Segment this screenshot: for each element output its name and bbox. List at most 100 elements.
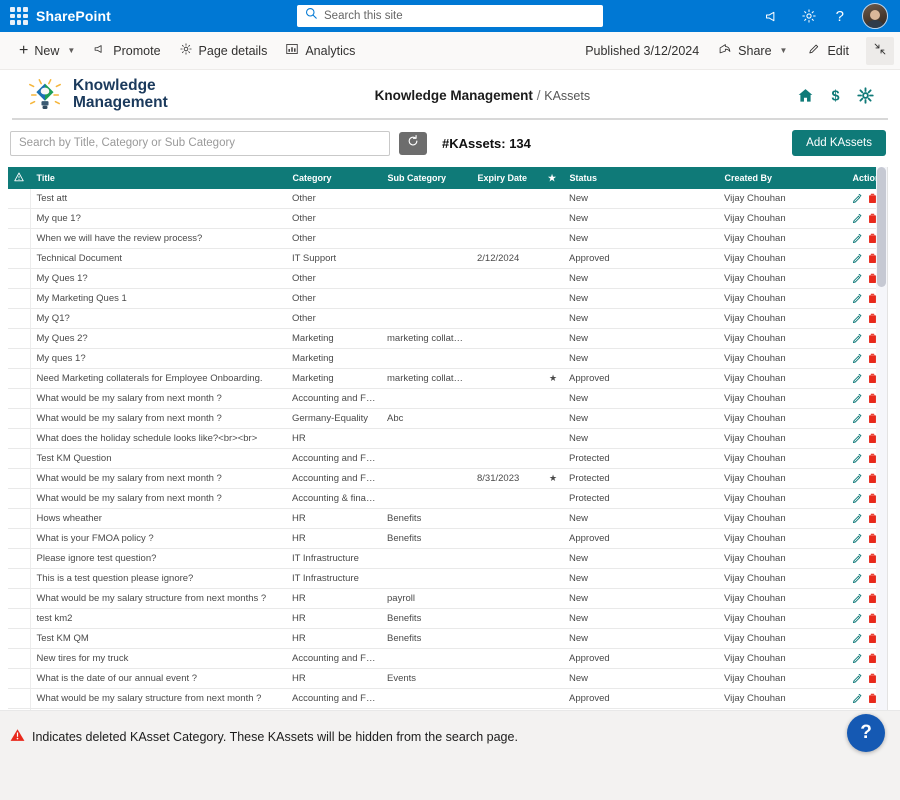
add-kassets-button[interactable]: Add KAssets <box>792 130 886 156</box>
edit-row-icon[interactable] <box>852 534 862 544</box>
table-row[interactable]: What is the date of our annual event ?HR… <box>8 669 888 689</box>
cell-star[interactable]: ★ <box>541 369 563 389</box>
edit-row-icon[interactable] <box>852 414 862 424</box>
search-input[interactable] <box>10 131 390 156</box>
settings-icon[interactable] <box>857 87 874 104</box>
collapse-button[interactable] <box>866 37 894 65</box>
column-header-category[interactable]: Category <box>286 167 381 189</box>
table-row[interactable]: Test KM QuestionAccounting and FinancePr… <box>8 449 888 469</box>
edit-row-icon[interactable] <box>852 394 862 404</box>
table-row[interactable]: What would be my salary from next month … <box>8 389 888 409</box>
column-header-status[interactable]: Status <box>563 167 718 189</box>
cell-star[interactable] <box>541 509 563 529</box>
cell-star[interactable] <box>541 189 563 209</box>
cell-star[interactable] <box>541 449 563 469</box>
cell-star[interactable] <box>541 309 563 329</box>
edit-row-icon[interactable] <box>852 654 862 664</box>
cell-star[interactable] <box>541 249 563 269</box>
cell-star[interactable]: ★ <box>541 469 563 489</box>
column-header-subcategory[interactable]: Sub Category <box>381 167 471 189</box>
cell-star[interactable] <box>541 489 563 509</box>
edit-row-icon[interactable] <box>852 614 862 624</box>
column-header-expiry-date[interactable]: Expiry Date <box>471 167 541 189</box>
table-row[interactable]: Hows wheatherHRBenefitsNewVijay Chouhan <box>8 509 888 529</box>
analytics-button[interactable]: Analytics <box>276 37 364 64</box>
cell-star[interactable] <box>541 689 563 709</box>
edit-row-icon[interactable] <box>852 694 862 704</box>
cell-star[interactable] <box>541 549 563 569</box>
edit-row-icon[interactable] <box>852 194 862 204</box>
edit-button[interactable]: Edit <box>798 37 858 64</box>
cell-star[interactable] <box>541 569 563 589</box>
table-row[interactable]: What would be my salary from next month … <box>8 469 888 489</box>
cell-star[interactable] <box>541 229 563 249</box>
site-search-input[interactable] <box>324 10 595 22</box>
table-row[interactable]: My Ques 1?OtherNewVijay Chouhan <box>8 269 888 289</box>
edit-row-icon[interactable] <box>852 494 862 504</box>
table-row[interactable]: Test KM QMHRBenefitsNewVijay Chouhan <box>8 629 888 649</box>
column-header-warning[interactable] <box>8 167 30 189</box>
table-row[interactable]: My Marketing Ques 1OtherNewVijay Chouhan <box>8 289 888 309</box>
cell-star[interactable] <box>541 389 563 409</box>
table-row[interactable]: Need Marketing collaterals for Employee … <box>8 369 888 389</box>
cell-star[interactable] <box>541 669 563 689</box>
edit-row-icon[interactable] <box>852 574 862 584</box>
gear-icon[interactable] <box>800 7 818 25</box>
table-row[interactable]: My Q1?OtherNewVijay Chouhan <box>8 309 888 329</box>
table-row[interactable]: What does the holiday schedule looks lik… <box>8 429 888 449</box>
share-button[interactable]: Share ▼ <box>709 37 796 64</box>
cell-star[interactable] <box>541 529 563 549</box>
cell-star[interactable] <box>541 329 563 349</box>
column-header-star[interactable]: ★ <box>541 167 563 189</box>
table-row[interactable]: My que 1?OtherNewVijay Chouhan <box>8 209 888 229</box>
table-row[interactable]: test km2HRBenefitsNewVijay Chouhan <box>8 609 888 629</box>
refresh-button[interactable] <box>399 132 427 155</box>
table-row[interactable]: My ques 1?MarketingNewVijay Chouhan <box>8 349 888 369</box>
edit-row-icon[interactable] <box>852 594 862 604</box>
sharepoint-brand-link[interactable]: SharePoint <box>36 8 111 24</box>
table-row[interactable]: What would be my salary structure from n… <box>8 689 888 709</box>
edit-row-icon[interactable] <box>852 274 862 284</box>
edit-row-icon[interactable] <box>852 254 862 264</box>
table-row[interactable]: What would be my salary structure from n… <box>8 589 888 609</box>
edit-row-icon[interactable] <box>852 214 862 224</box>
table-row[interactable]: When we will have the review process?Oth… <box>8 229 888 249</box>
cell-star[interactable] <box>541 429 563 449</box>
table-vertical-scrollbar[interactable] <box>876 167 887 742</box>
home-icon[interactable] <box>797 87 814 104</box>
promote-button[interactable]: Promote <box>84 37 169 64</box>
edit-row-icon[interactable] <box>852 634 862 644</box>
cell-star[interactable] <box>541 589 563 609</box>
edit-row-icon[interactable] <box>852 354 862 364</box>
cell-star[interactable] <box>541 609 563 629</box>
column-header-created-by[interactable]: Created By <box>718 167 846 189</box>
new-button[interactable]: + New ▼ <box>10 38 84 64</box>
cell-star[interactable] <box>541 209 563 229</box>
dollar-icon[interactable]: $ <box>828 87 843 104</box>
cell-star[interactable] <box>541 649 563 669</box>
edit-row-icon[interactable] <box>852 234 862 244</box>
help-icon[interactable]: ? <box>836 9 844 24</box>
kassets-table-container[interactable]: Title Category Sub Category Expiry Date … <box>8 167 888 742</box>
table-row[interactable]: My Ques 2?Marketingmarketing collateralN… <box>8 329 888 349</box>
edit-row-icon[interactable] <box>852 674 862 684</box>
help-button[interactable]: ? <box>847 714 885 752</box>
edit-row-icon[interactable] <box>852 514 862 524</box>
app-launcher-waffle-icon[interactable] <box>10 7 28 25</box>
edit-row-icon[interactable] <box>852 374 862 384</box>
table-row[interactable]: Test attOtherNewVijay Chouhan <box>8 189 888 209</box>
table-row[interactable]: New tires for my truckAccounting and Fin… <box>8 649 888 669</box>
cell-star[interactable] <box>541 629 563 649</box>
megaphone-icon[interactable] <box>764 7 782 25</box>
edit-row-icon[interactable] <box>852 334 862 344</box>
edit-row-icon[interactable] <box>852 474 862 484</box>
cell-star[interactable] <box>541 349 563 369</box>
edit-row-icon[interactable] <box>852 434 862 444</box>
edit-row-icon[interactable] <box>852 554 862 564</box>
cell-star[interactable] <box>541 269 563 289</box>
table-row[interactable]: This is a test question please ignore?IT… <box>8 569 888 589</box>
column-header-title[interactable]: Title <box>30 167 286 189</box>
table-row[interactable]: Please ignore test question?IT Infrastru… <box>8 549 888 569</box>
edit-row-icon[interactable] <box>852 294 862 304</box>
table-vertical-scrollbar-thumb[interactable] <box>877 167 886 287</box>
